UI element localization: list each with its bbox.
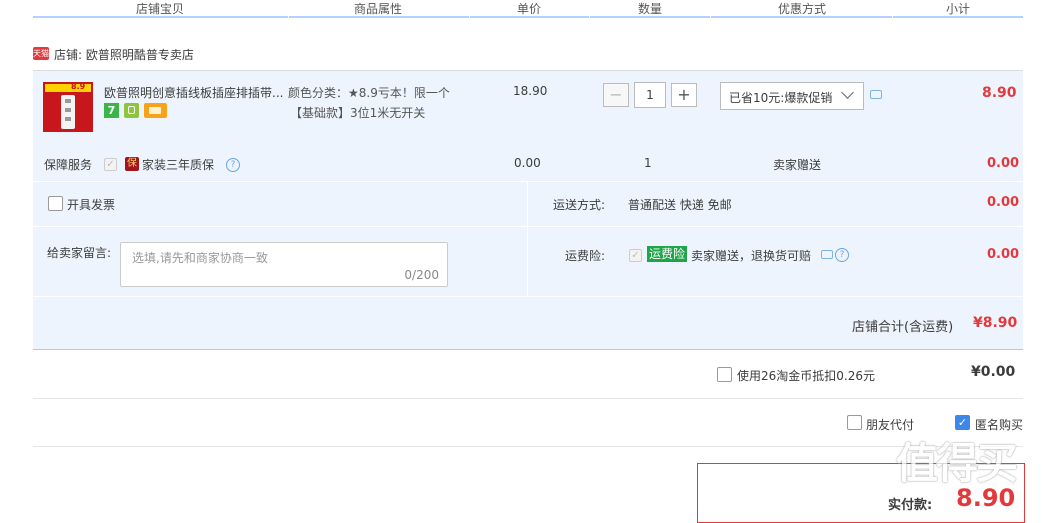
watermark: 值得买: [896, 439, 1018, 488]
message-textarea[interactable]: 选填,请先和商家协商一致 0/200: [120, 242, 448, 287]
header-attr: 商品属性: [354, 2, 403, 16]
friend-pay-checkbox[interactable]: [847, 415, 862, 430]
chat-icon[interactable]: [821, 250, 833, 259]
shipping-price: 0.00: [987, 195, 1020, 210]
shop-total-underline: [33, 349, 1023, 350]
product-attr-line2: 【基础款】3位1米无开关: [290, 106, 426, 120]
header-divider: [892, 16, 893, 18]
divider: [33, 446, 1023, 447]
service-name[interactable]: 家装三年质保: [142, 156, 214, 173]
tmall-badge: 天猫: [33, 47, 49, 60]
qty-input[interactable]: 1: [634, 82, 666, 108]
help-icon[interactable]: ?: [226, 158, 240, 172]
service-checkbox[interactable]: ✓: [104, 158, 117, 171]
insurance-label: 运费险:: [565, 249, 606, 263]
shop-name[interactable]: 店铺: 欧普照明酷普专卖店: [54, 46, 194, 63]
insurance-price: 0.00: [987, 247, 1020, 262]
header-divider: [469, 16, 470, 18]
divider: [33, 398, 1023, 399]
anonymous-checkbox[interactable]: ✓: [955, 415, 970, 430]
help-icon[interactable]: ?: [835, 248, 849, 262]
header-promo: 优惠方式: [778, 2, 827, 16]
product-attr-line1: 颜色分类：★8.9亏本！限一个: [288, 86, 450, 100]
header-divider: [589, 16, 590, 18]
pay-label: 实付款:: [888, 498, 933, 513]
coins-checkbox[interactable]: [717, 367, 732, 382]
coins-value: ¥0.00: [971, 364, 1016, 380]
header-divider: [288, 16, 289, 18]
insurance-tag: 运费险: [647, 246, 688, 262]
thumb-price: 8.9: [71, 82, 86, 91]
shipping-label: 运送方式:: [553, 198, 606, 212]
qty-minus-button[interactable]: −: [603, 83, 629, 107]
chevron-down-icon: [841, 86, 854, 99]
item-subtotal: 8.90: [982, 85, 1017, 101]
shop-total-value: ¥8.90: [973, 315, 1018, 331]
promo-info-icon[interactable]: [870, 90, 882, 99]
product-thumbnail[interactable]: 8.9: [43, 82, 93, 132]
invoice-label[interactable]: 开具发票: [67, 196, 115, 213]
message-label: 给卖家留言:: [47, 246, 112, 260]
insurance-checkbox[interactable]: ✓: [629, 249, 642, 262]
promo-select-value: 已省10元:爆款促销: [729, 91, 833, 105]
header-divider: [710, 16, 711, 18]
header-qty: 数量: [638, 2, 663, 16]
service-gift-label: 卖家赠送: [773, 158, 822, 172]
invoice-checkbox[interactable]: [48, 196, 63, 211]
message-counter: 0/200: [404, 268, 439, 282]
unit-price: 18.90: [513, 84, 548, 98]
header-underline: [33, 16, 1023, 18]
coins-label[interactable]: 使用26淘金币抵扣0.26元: [737, 367, 875, 384]
qty-plus-button[interactable]: +: [671, 83, 697, 107]
service-price: 0.00: [514, 156, 541, 170]
promo-select[interactable]: 已省10元:爆款促销: [720, 82, 864, 110]
service-subtotal: 0.00: [987, 156, 1020, 171]
guarantee-icon: [124, 103, 139, 118]
credit-card-icon: [144, 103, 167, 118]
insurance-desc: 卖家赠送，退换货可赔: [691, 249, 812, 263]
service-badge-icon: 保: [125, 157, 139, 171]
7-day-return-icon: 7: [104, 103, 119, 118]
service-qty: 1: [644, 156, 652, 170]
header-item: 店铺宝贝: [136, 2, 185, 16]
shipping-value: 普通配送 快递 免邮: [628, 198, 732, 212]
extras-divider-vertical: [527, 182, 528, 296]
header-subtotal: 小计: [946, 2, 971, 16]
header-price: 单价: [517, 2, 542, 16]
service-label: 保障服务: [44, 158, 93, 172]
extras-divider-horizontal: [33, 226, 1023, 227]
message-placeholder: 选填,请先和商家协商一致: [132, 251, 268, 265]
product-title[interactable]: 欧普照明创意插线板插座排插带...: [104, 84, 283, 101]
shop-total-label: 店铺合计(含运费): [852, 320, 954, 335]
